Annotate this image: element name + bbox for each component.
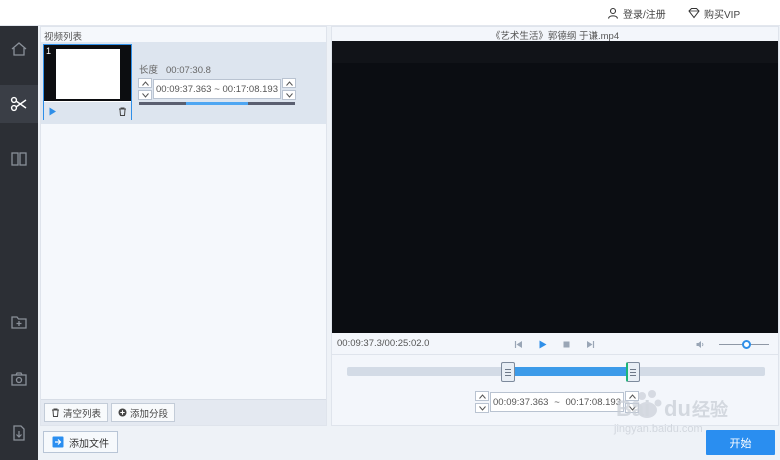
trim-end-handle[interactable] [625, 362, 640, 382]
volume-slider-knob[interactable] [741, 340, 751, 349]
trash-icon[interactable] [118, 107, 127, 116]
svg-text:Bai: Bai [616, 396, 650, 421]
segment-separator: ~ [214, 83, 220, 95]
trim-start-time[interactable]: 00:09:37.363 [493, 397, 548, 408]
play-button[interactable] [536, 338, 548, 350]
add-file-button[interactable]: 添加文件 [43, 431, 118, 453]
next-frame-button[interactable] [584, 338, 596, 350]
length-value: 00:07:30.8 [166, 65, 211, 76]
trim-start-down-button[interactable] [475, 403, 489, 413]
video-list-item[interactable]: 1 长度 00:07:30.8 00:09:37.363 ~ 00:17:08.… [41, 42, 326, 124]
end-up-button[interactable] [282, 78, 296, 88]
playback-time: 00:09:37.3/00:25:02.0 [337, 338, 430, 349]
add-segment-button[interactable]: 添加分段 [111, 403, 176, 422]
start-down-button[interactable] [138, 90, 152, 100]
video-list-panel: 视频列表 1 长度 00:07:30.8 00:09:37.363 ~ 00:1… [40, 26, 327, 426]
add-segment-label: 添加分段 [130, 408, 169, 420]
trim-selection [507, 367, 633, 376]
player-controls: 00:09:37.3/00:25:02.0 [332, 335, 778, 353]
video-thumbnail[interactable]: 1 [43, 44, 132, 120]
svg-text:经验: 经验 [692, 399, 729, 420]
clear-list-label: 清空列表 [63, 408, 102, 420]
add-file-label: 添加文件 [69, 438, 109, 450]
sidebar-item-split[interactable] [0, 140, 38, 178]
chevron-up-icon [285, 80, 293, 86]
trim-start-up-button[interactable] [475, 391, 489, 401]
video-title: 《艺术生活》郭德纲 于谦.mp4 [490, 31, 620, 42]
chevron-down-icon [478, 405, 486, 411]
segment-end-time[interactable]: 00:17:08.193 [223, 84, 278, 95]
sidebar-item-add-folder[interactable] [0, 303, 38, 341]
thumbnail-frame: 1 [44, 45, 131, 101]
start-stepper[interactable] [138, 78, 152, 100]
video-player[interactable] [332, 41, 778, 333]
top-bar: 登录/注册 购买VIP [0, 0, 780, 26]
sidebar-item-home[interactable] [0, 30, 38, 68]
play-icon[interactable] [48, 107, 57, 116]
thumbnail-controls [44, 102, 131, 120]
stop-icon [563, 341, 569, 347]
length-label: 长度 [139, 65, 159, 76]
trim-start-handle[interactable] [500, 362, 515, 382]
split-icon [11, 152, 27, 166]
add-file-icon [52, 436, 64, 448]
watermark-logo: Bai du 经验 jingyan.baidu.com [613, 390, 729, 435]
segment-position-bar [139, 102, 295, 105]
prev-frame-button[interactable] [512, 338, 524, 350]
app-window: 登录/注册 购买VIP 视频列表 1 长度 00:07:30.8 00:09:3… [0, 0, 780, 460]
home-icon [11, 42, 27, 56]
chevron-down-icon [285, 92, 293, 98]
trash-icon [52, 408, 59, 417]
user-icon [607, 7, 619, 19]
end-stepper[interactable] [282, 78, 296, 100]
buy-vip-button[interactable]: 购买VIP [688, 5, 740, 21]
login-label: 登录/注册 [623, 9, 666, 21]
chevron-down-icon [141, 92, 149, 98]
chevron-up-icon [141, 80, 149, 86]
segment-start-time[interactable]: 00:09:37.363 [156, 84, 211, 95]
preview-panel: 《艺术生活》郭德纲 于谦.mp4 00:09:37.3/00:25:02.0 0… [331, 26, 779, 426]
volume-icon [696, 340, 703, 348]
camera-icon [11, 372, 27, 386]
clear-list-button[interactable]: 清空列表 [44, 403, 109, 422]
stop-button[interactable] [560, 338, 572, 350]
diamond-icon [688, 8, 700, 19]
play-icon [539, 340, 546, 348]
svg-text:du: du [664, 396, 691, 421]
trim-separator: ~ [554, 396, 560, 408]
login-button[interactable]: 登录/注册 [607, 5, 666, 21]
export-icon [13, 425, 25, 441]
vip-label: 购买VIP [704, 9, 741, 21]
video-index: 1 [46, 46, 52, 56]
trim-time-field[interactable]: 00:09:37.363 ~ 00:17:08.193 [490, 392, 624, 412]
scissors-icon [10, 96, 27, 112]
segment-position-fill [185, 102, 249, 105]
trim-timeline[interactable] [347, 367, 765, 376]
trim-start-stepper[interactable] [475, 391, 489, 413]
segment-time-field[interactable]: 00:09:37.363 ~ 00:17:08.193 [153, 79, 281, 99]
step-forward-icon [586, 340, 594, 348]
sidebar-item-export[interactable] [0, 414, 38, 452]
sidebar-item-screenshot[interactable] [0, 360, 38, 398]
end-down-button[interactable] [282, 90, 296, 100]
svg-text:jingyan.baidu.com: jingyan.baidu.com [613, 423, 703, 435]
video-list-title: 视频列表 [44, 32, 83, 43]
sidebar-item-cut[interactable] [0, 85, 38, 123]
video-length: 长度 00:07:30.8 [139, 62, 211, 76]
plus-circle-icon [118, 408, 127, 417]
sidebar [0, 26, 38, 460]
folder-add-icon [11, 316, 27, 329]
step-back-icon [514, 340, 522, 348]
start-up-button[interactable] [138, 78, 152, 88]
video-list-footer: 清空列表 添加分段 [41, 399, 326, 425]
segment-range: 00:09:37.363 ~ 00:17:08.193 [138, 78, 296, 100]
volume-button[interactable] [694, 338, 706, 350]
chevron-up-icon [478, 393, 486, 399]
